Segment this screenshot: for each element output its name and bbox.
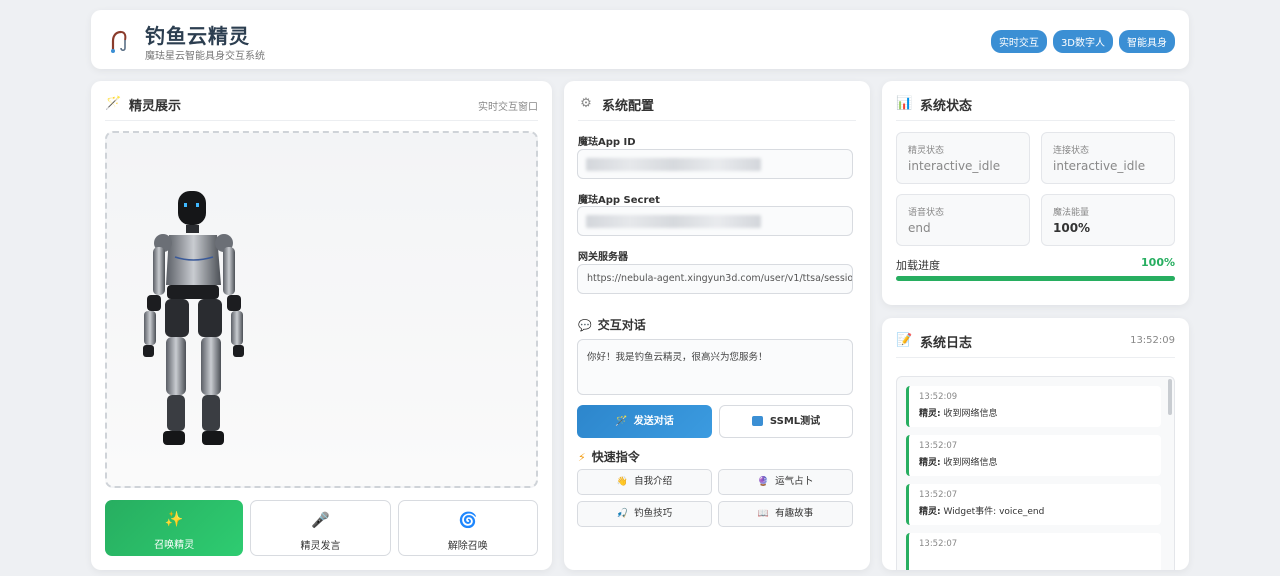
sparkles-icon: ✨ [164,510,184,528]
robot-avatar [143,191,244,445]
app-id-label: 魔珐App ID [578,137,636,148]
quick-commands: 👋 自我介绍 🔮 运气占卜 🎣 钓鱼技巧 📖 有趣故事 [577,469,853,527]
summon-button[interactable]: ✨ 召唤精灵 [105,500,244,556]
log-title: 系统日志 [920,336,973,351]
log-entry: 13:52:07 [906,533,1161,570]
status-panel-header: 📊 系统状态 [896,93,1175,121]
display-title: 精灵展示 [129,99,182,114]
speak-label: 精灵发言 [300,541,341,552]
status-title: 系统状态 [920,99,973,114]
stat-voice-state: 语音状态 end [896,194,1030,246]
gateway-input[interactable]: https://nebula-agent.xingyun3d.com/user/… [577,264,853,294]
quick-intro-button[interactable]: 👋 自我介绍 [577,469,712,495]
display-panel: 🪄 精灵展示 实时交互窗口 ✨ 召唤精灵 🎤 精灵发言 🌀 解除召唤 [91,81,552,570]
redacted-value [586,158,761,171]
stat-connection-state: 连接状态 interactive_idle [1041,132,1175,184]
stat-magic-energy: 魔法能量 100% [1041,194,1175,246]
ssml-test-button[interactable]: SSML测试 [719,405,853,438]
book-icon: 📖 [757,509,770,519]
feature-badges: 实时交互 3D数字人 智能具身 [990,30,1175,53]
log-entry: 13:52:07 精灵: Widget事件: voice_end [906,484,1161,525]
badge-realtime: 实时交互 [990,30,1047,53]
lightning-icon: ⚡ [578,451,586,464]
app-id-input[interactable] [577,149,853,179]
quick-section-title: ⚡ 快速指令 [578,450,640,464]
chat-section-title: 💬 交互对话 [578,318,646,332]
progress-fill [896,276,1175,281]
stat-sprite-state: 精灵状态 interactive_idle [896,132,1030,184]
badge-3d-avatar: 3D数字人 [1052,30,1113,53]
quick-story-button[interactable]: 📖 有趣故事 [718,501,853,527]
status-panel: 📊 系统状态 精灵状态 interactive_idle 连接状态 interact… [882,81,1189,305]
log-panel: 📝 系统日志 13:52:09 13:52:09 精灵: 收到网络信息 13:5… [882,318,1189,570]
speech-bubble-icon: 💬 [578,319,592,332]
redacted-value [586,215,761,228]
quick-fishing-tips-button[interactable]: 🎣 钓鱼技巧 [577,501,712,527]
log-time: 13:52:09 [1130,335,1175,346]
send-chat-button[interactable]: 🪄 发送对话 [577,405,712,438]
config-panel-header: ⚙ 系统配置 [578,93,856,121]
crystal-ball-icon: 🔮 [757,477,770,487]
badge-embodied: 智能具身 [1119,30,1175,53]
display-window-label: 实时交互窗口 [478,102,538,113]
app-secret-input[interactable] [577,206,853,236]
fishing-rod-icon: 🎣 [616,509,629,519]
display-panel-header: 🪄 精灵展示 实时交互窗口 [105,93,538,121]
dismiss-label: 解除召唤 [447,541,488,552]
gear-icon: ⚙ [580,96,592,111]
chat-input[interactable]: 你好！我是钓鱼云精灵，很高兴为您服务！ [577,339,853,395]
log-entry: 13:52:09 精灵: 收到网络信息 [906,386,1161,427]
fishing-hook-icon [111,30,127,53]
log-list[interactable]: 13:52:09 精灵: 收到网络信息 13:52:07 精灵: 收到网络信息 … [896,376,1175,570]
bar-chart-icon: 📊 [896,96,913,111]
memo-icon: 📝 [896,333,913,348]
progress-bar [896,276,1175,281]
avatar-action-row: ✨ 召唤精灵 🎤 精灵发言 🌀 解除召唤 [105,500,538,556]
app-title: 钓鱼云精灵 [145,24,250,48]
dismiss-button[interactable]: 🌀 解除召唤 [397,500,538,556]
summon-label: 召唤精灵 [154,540,195,551]
app-secret-label: 魔珐App Secret [578,195,660,206]
app-header: 钓鱼云精灵 魔珐星云智能具身交互系统 实时交互 3D数字人 智能具身 [91,10,1189,69]
magic-wand-icon: 🪄 [105,96,122,111]
log-entry: 13:52:07 精灵: 收到网络信息 [906,435,1161,476]
config-panel: ⚙ 系统配置 魔珐App ID 魔珐App Secret 网关服务器 https… [564,81,870,570]
send-icon: 🪄 [615,416,628,427]
wave-hand-icon: 👋 [616,477,629,487]
log-scrollbar[interactable] [1168,379,1172,415]
progress-label: 加载进度 [896,259,940,272]
config-title: 系统配置 [602,99,655,114]
progress-value: 100% [1141,256,1175,269]
swirl-icon: 🌀 [458,511,478,529]
app-subtitle: 魔珐星云智能具身交互系统 [145,51,265,62]
avatar-stage[interactable] [105,131,538,488]
speak-button[interactable]: 🎤 精灵发言 [250,500,391,556]
quick-fortune-button[interactable]: 🔮 运气占卜 [718,469,853,495]
gateway-label: 网关服务器 [578,252,628,263]
abc-icon [751,416,763,426]
log-panel-header: 📝 系统日志 13:52:09 [896,330,1175,358]
microphone-icon: 🎤 [311,511,330,529]
